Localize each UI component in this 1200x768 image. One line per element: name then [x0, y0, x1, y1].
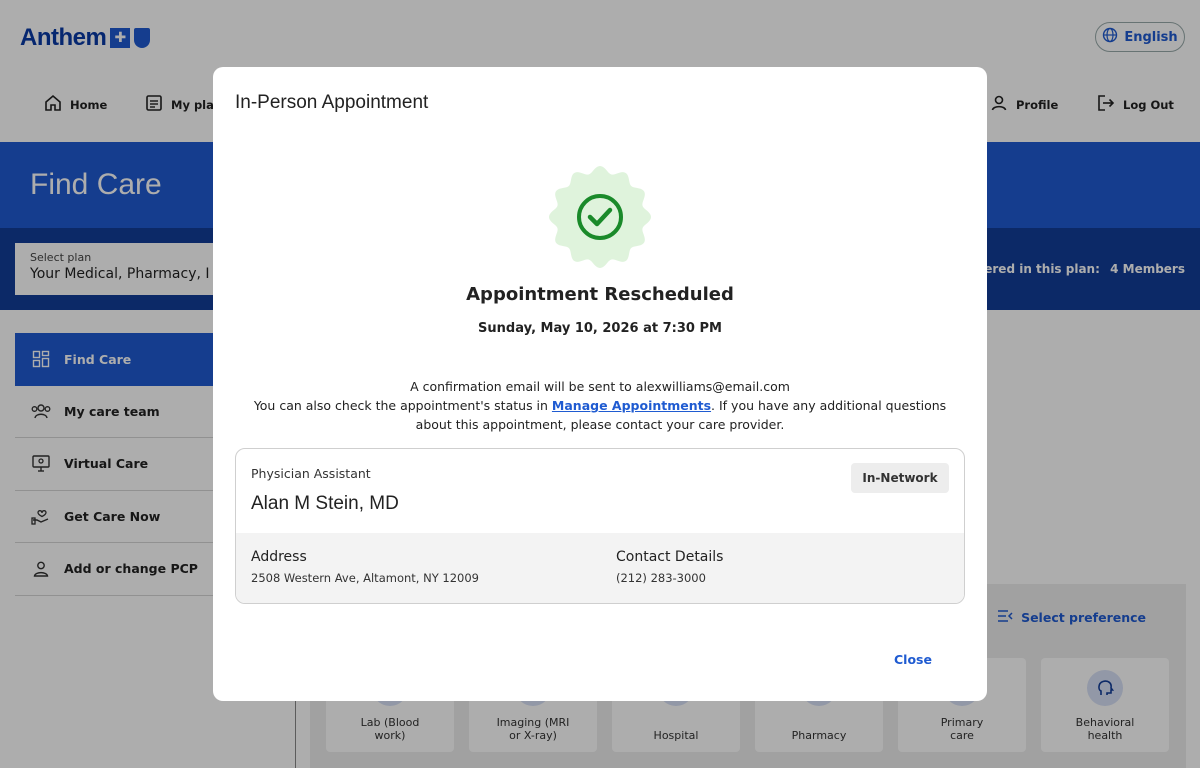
contact-label: Contact Details	[616, 549, 724, 565]
success-badge	[549, 166, 651, 268]
modal-title: In-Person Appointment	[235, 92, 429, 113]
address-section: Address 2508 Western Ave, Altamont, NY 1…	[251, 549, 479, 585]
appointment-modal: In-Person Appointment Appointment Resche…	[213, 67, 987, 701]
status-line: You can also check the appointment's sta…	[238, 396, 962, 434]
provider-details: Address 2508 Western Ave, Altamont, NY 1…	[236, 533, 964, 603]
network-badge: In-Network	[851, 463, 949, 493]
phone-value[interactable]: (212) 283-3000	[616, 571, 723, 585]
contact-section: Contact Details (212) 283-3000	[616, 549, 723, 585]
confirmation-message: A confirmation email will be sent to ale…	[238, 377, 962, 434]
check-circle-icon	[549, 166, 651, 268]
close-button[interactable]: Close	[894, 652, 932, 667]
status-title: Appointment Rescheduled	[466, 284, 734, 305]
status-line-pre: You can also check the appointment's sta…	[253, 398, 552, 413]
appointment-datetime: Sunday, May 10, 2026 at 7:30 PM	[478, 321, 722, 336]
manage-appointments-link[interactable]: Manage Appointments	[552, 398, 711, 413]
provider-card: Physician Assistant Alan M Stein, MD In-…	[235, 448, 965, 604]
email-line: A confirmation email will be sent to ale…	[410, 379, 790, 394]
address-value: 2508 Western Ave, Altamont, NY 12009	[251, 571, 479, 585]
provider-type: Physician Assistant	[251, 466, 371, 481]
provider-name: Alan M Stein, MD	[251, 493, 399, 514]
address-label: Address	[251, 549, 307, 565]
